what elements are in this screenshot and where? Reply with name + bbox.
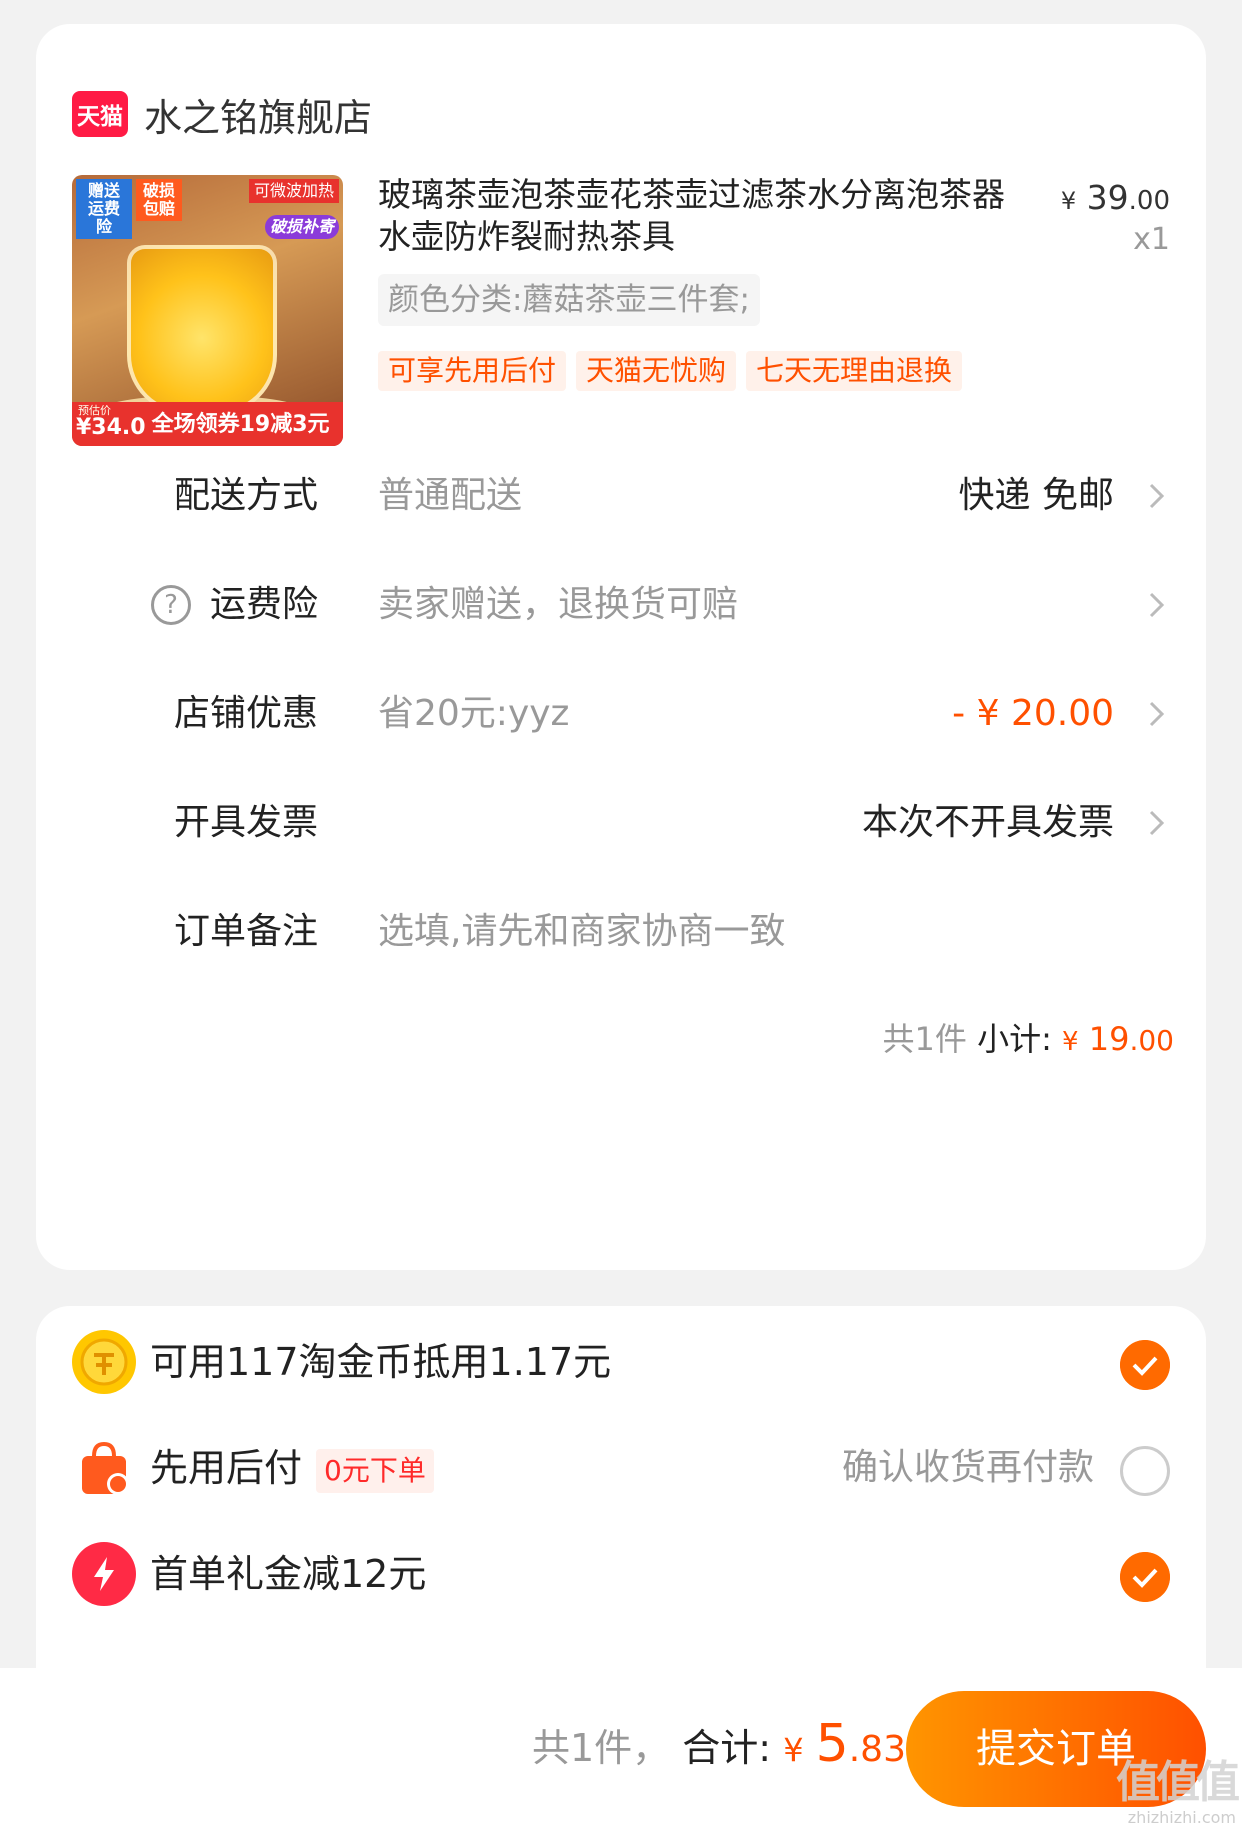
discount-hint: 省20元:yyz — [378, 693, 570, 734]
subtotal-count: 共1件 — [882, 1020, 967, 1058]
product-price: ¥ 39.00 — [1061, 178, 1170, 217]
price-int: 39 — [1086, 178, 1129, 217]
thumb-tag-damage: 破损包赔 — [136, 179, 182, 221]
gift-option[interactable]: 首单礼金减12元 — [36, 1524, 1206, 1624]
insurance-hint: 卖家赠送，退换货可赔 — [378, 584, 739, 625]
chevron-right-icon — [1149, 592, 1165, 618]
insurance-label: 运费险 — [209, 584, 318, 625]
subtotal-label: 小计: — [977, 1020, 1052, 1058]
thumb-tag-insurance: 赠送运费险 — [76, 179, 132, 239]
store-header[interactable]: 天猫 水之铭旗舰店 — [72, 72, 372, 156]
question-icon[interactable]: ? — [151, 585, 191, 625]
unchecked-circle-icon[interactable] — [1120, 1446, 1170, 1496]
subtotal-int: 19 — [1088, 1020, 1130, 1058]
total-count: 共1件， — [532, 1726, 671, 1770]
paylater-chip: 0元下单 — [316, 1448, 434, 1493]
service-tag: 天猫无忧购 — [576, 351, 737, 391]
paylater-hint: 确认收货再付款 — [841, 1447, 1094, 1488]
total-label: 合计: — [682, 1726, 772, 1770]
order-note-row: 订单备注 选填,请先和商家协商一致 — [36, 882, 1206, 982]
delivery-row[interactable]: 配送方式 普通配送 快递 免邮 — [36, 446, 1206, 546]
thumb-tag-resend: 破损补寄 — [264, 215, 339, 239]
product-spec[interactable]: 颜色分类:蘑菇茶壶三件套; — [378, 274, 760, 326]
thumb-estimate-price: ¥34.0 — [76, 415, 146, 440]
invoice-row[interactable]: 开具发票 本次不开具发票 — [36, 773, 1206, 873]
subtotal-symbol: ¥ — [1062, 1027, 1079, 1057]
price-symbol: ¥ — [1060, 187, 1077, 215]
product-thumbnail[interactable]: 赠送运费险 破损包赔 可微波加热 破损补寄 预估价 ¥34.0 全场领券19减3… — [72, 175, 343, 446]
product-quantity: x1 — [1133, 222, 1170, 257]
product-title[interactable]: 玻璃茶壶泡茶壶花茶壶过滤茶水分离泡茶器水壶防炸裂耐热茶具 — [378, 174, 1034, 258]
chevron-right-icon — [1149, 810, 1165, 836]
subtotal-amount: ¥ 19.00 — [1062, 1020, 1174, 1058]
service-tags: 可享先用后付 天猫无忧购 七天无理由退换 — [378, 351, 963, 391]
tmall-logo-icon: 天猫 — [72, 91, 128, 137]
thumb-estimate-label: 预估价 — [78, 404, 111, 417]
chevron-right-icon — [1149, 701, 1165, 727]
chevron-right-icon — [1149, 483, 1165, 509]
thumb-promo-text: 全场领券19减3元 — [151, 412, 330, 437]
invoice-value: 本次不开具发票 — [861, 802, 1114, 843]
lightning-icon — [72, 1542, 136, 1606]
watermark-text: 值值值 — [1116, 1757, 1240, 1808]
invoice-label: 开具发票 — [173, 802, 318, 843]
thumb-promo-bar: 预估价 ¥34.0 全场领券19减3元 — [72, 402, 343, 446]
check-icon[interactable] — [1120, 1552, 1170, 1602]
total-symbol: ¥ — [783, 1731, 804, 1769]
total-dec: .83 — [848, 1729, 906, 1770]
gift-text: 首单礼金减12元 — [150, 1552, 427, 1596]
price-dec: .00 — [1128, 186, 1170, 216]
subtotal-dec: .00 — [1129, 1024, 1174, 1057]
paylater-text: 先用后付 0元下单 — [150, 1418, 434, 1518]
store-discount-row[interactable]: 店铺优惠 省20元:yyz - ¥ 20.00 — [36, 664, 1206, 764]
total-amount: ¥ 5.83 — [783, 1714, 906, 1774]
coins-option[interactable]: 可用117淘金币抵用1.17元 — [36, 1312, 1206, 1412]
paylater-option[interactable]: 先用后付 0元下单 确认收货再付款 — [36, 1418, 1206, 1518]
discount-label: 店铺优惠 — [173, 693, 318, 734]
thumb-tag-microwave: 可微波加热 — [248, 179, 339, 203]
insurance-row[interactable]: ? 运费险 卖家赠送，退换货可赔 — [36, 555, 1206, 655]
paylater-label: 先用后付 — [150, 1446, 303, 1490]
delivery-hint: 普通配送 — [378, 475, 523, 516]
watermark-url: zhizhizhi.com — [1127, 1808, 1236, 1827]
delivery-label: 配送方式 — [173, 475, 318, 516]
bag-glyph-icon — [82, 1441, 129, 1495]
coin-icon — [72, 1330, 136, 1394]
note-input[interactable]: 选填,请先和商家协商一致 — [378, 882, 785, 982]
bolt-glyph-icon — [94, 1557, 114, 1591]
store-name[interactable]: 水之铭旗舰店 — [144, 87, 372, 142]
check-icon[interactable] — [1120, 1340, 1170, 1390]
order-total: 共1件， 合计: ¥ 5.83 — [532, 1714, 906, 1774]
note-label: 订单备注 — [173, 911, 318, 952]
order-card: 天猫 水之铭旗舰店 赠送运费险 破损包赔 可微波加热 破损补寄 预估价 ¥34.… — [36, 24, 1206, 1270]
subtotal: 共1件 小计: ¥ 19.00 — [883, 1014, 1174, 1060]
shopping-bag-icon — [72, 1436, 136, 1500]
service-tag: 七天无理由退换 — [746, 351, 963, 391]
coin-glyph-icon — [80, 1338, 128, 1386]
delivery-value: 快递 免邮 — [958, 475, 1114, 516]
total-int: 5 — [815, 1714, 849, 1774]
watermark-logo: 值值值 zhizhizhi.com — [1106, 1757, 1240, 1828]
discount-value: - ¥ 20.00 — [952, 693, 1114, 734]
service-tag: 可享先用后付 — [378, 351, 567, 391]
teapot-shape — [127, 245, 277, 415]
coins-text: 可用117淘金币抵用1.17元 — [150, 1340, 612, 1384]
